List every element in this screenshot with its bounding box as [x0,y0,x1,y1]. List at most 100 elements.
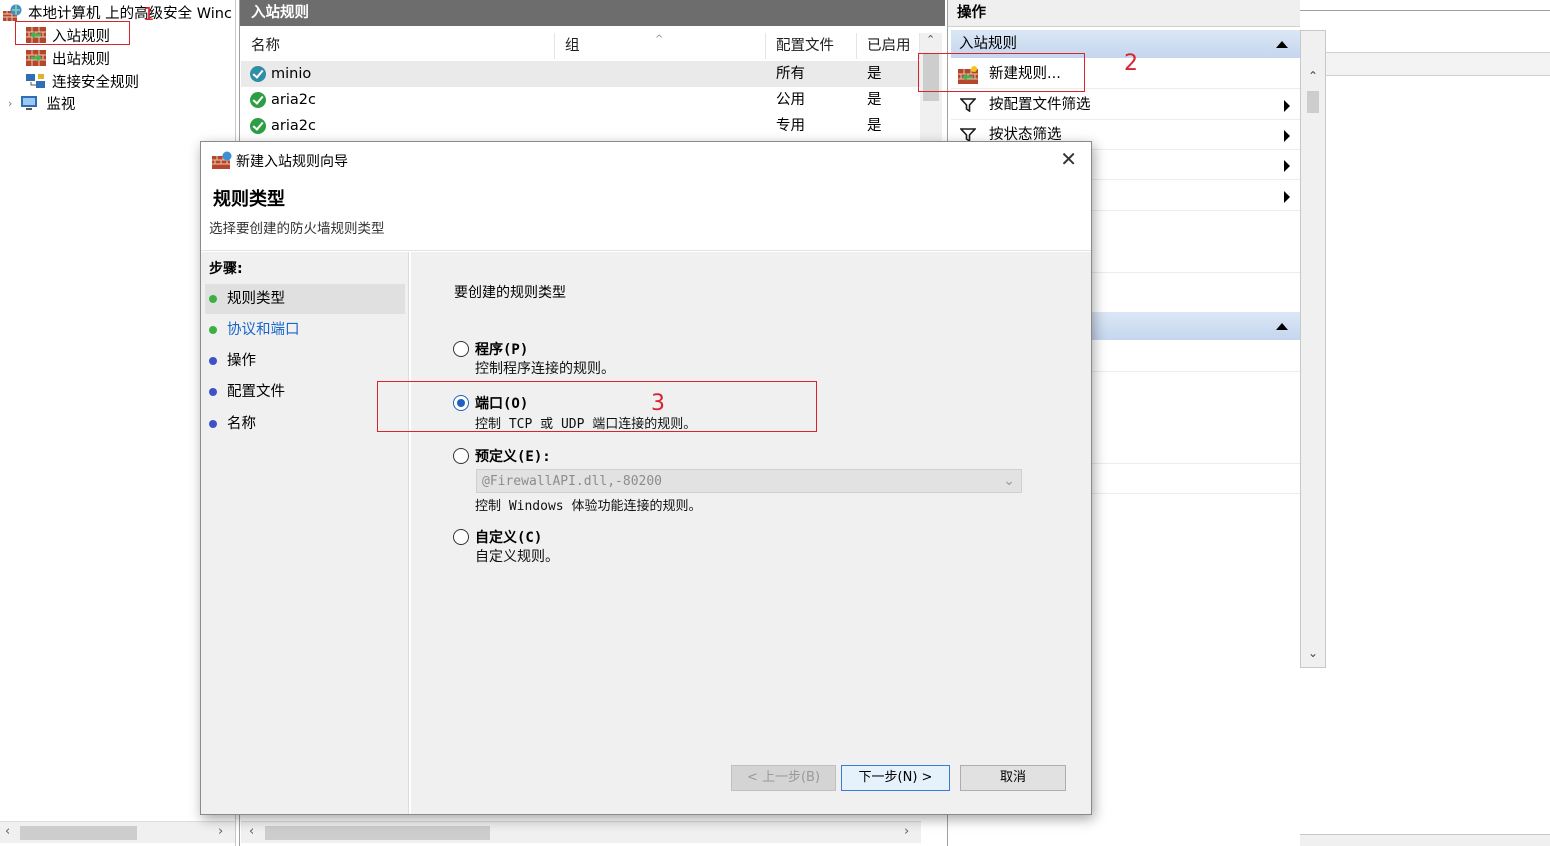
radio-custom[interactable] [453,529,469,545]
prompt-text: 要创建的规则类型 [454,285,566,301]
option-program-label[interactable]: 程序(P) [475,339,528,359]
close-icon[interactable]: ✕ [1060,148,1077,170]
firewall-globe-icon [2,4,22,21]
scrollbar-thumb[interactable] [20,826,137,840]
tree-root-label: 本地计算机 上的高级安全 Winc [28,5,232,22]
step-label: 操作 [227,353,256,369]
page-title: 规则类型 [213,189,285,210]
step-rule-type[interactable]: 规则类型 [205,284,405,314]
collapse-triangle-icon[interactable] [1276,41,1288,48]
step-label: 协议和端口 [227,322,300,338]
option-predefined-label[interactable]: 预定义(E): [475,446,551,466]
step-status-dot-icon [209,388,217,396]
tree-item-label: 出站规则 [52,51,110,68]
option-predefined-desc: 控制 Windows 体验功能连接的规则。 [475,499,702,514]
vertical-scrollbar[interactable]: ⌃ ⌄ [1300,30,1326,668]
tree-root[interactable]: 本地计算机 上的高级安全 Winc [2,1,232,23]
actions-title: 操作 [948,0,1301,27]
divider [1300,10,1550,11]
annotation-box-2 [918,53,1085,92]
column-header-group[interactable]: 组 ^ [555,33,766,59]
rule-enabled: 是 [867,92,882,108]
wizard-firewall-icon [212,151,232,173]
scroll-right-icon[interactable]: › [904,824,909,839]
column-header-enabled[interactable]: 已启用 [857,33,920,59]
back-button[interactable]: < 上一步(B) [731,765,836,791]
pane-title: 入站规则 [240,0,945,26]
tree-item-outbound-rules[interactable]: 出站规则 [26,47,110,69]
radio-program[interactable] [453,341,469,357]
step-status-dot-icon [209,295,217,303]
steps-label: 步骤: [209,261,243,277]
select-value: @FirewallAPI.dll,-80200 [482,474,663,489]
rule-name: aria2c [271,118,316,134]
action-filter-by-profile[interactable]: 按配置文件筛选 [951,90,1300,120]
rule-profile: 公用 [776,92,805,108]
table-row[interactable]: aria2c 专用 是 [241,113,920,139]
next-button[interactable]: 下一步(N) > [841,765,950,791]
step-action[interactable]: 操作 [205,346,405,376]
tree-item-connection-security[interactable]: 连接安全规则 [26,70,139,92]
step-protocol-and-ports[interactable]: 协议和端口 [205,315,405,345]
predefined-rule-select[interactable]: @FirewallAPI.dll,-80200 ⌄ [476,469,1022,493]
table-row[interactable]: aria2c 公用 是 [241,87,920,113]
expand-chevron-icon[interactable]: › [8,97,12,110]
annotation-box-3 [377,381,817,432]
option-program-desc: 控制程序连接的规则。 [475,361,615,377]
tree-horizontal-scrollbar[interactable]: ‹ › [0,821,235,843]
submenu-arrow-icon [1284,100,1290,112]
rule-enabled-icon [250,66,266,82]
rule-enabled-icon [250,92,266,108]
annotation-number-2: 2 [1124,51,1138,76]
step-label: 配置文件 [227,384,285,400]
column-header-name[interactable]: 名称 [241,33,555,59]
rule-enabled-icon [250,118,266,134]
scrollbar-thumb[interactable] [1307,91,1319,113]
rule-profile: 所有 [776,66,805,82]
action-label: 按配置文件筛选 [989,97,1091,113]
annotation-number-1: 1 [143,4,155,25]
tree-item-monitor[interactable]: › 监视 [8,92,75,114]
tree-item-label: 监视 [46,96,76,113]
monitor-icon [20,95,40,111]
rule-name: aria2c [271,92,316,108]
step-profile[interactable]: 配置文件 [205,377,405,407]
scroll-up-icon[interactable]: ⌃ [926,33,935,46]
chevron-down-icon: ⌄ [1003,473,1015,489]
filter-funnel-icon [960,128,976,142]
scroll-up-icon[interactable]: ⌃ [1308,69,1318,83]
annotation-number-3: 3 [651,391,665,416]
wizard-content: 要创建的规则类型 程序(P) 控制程序连接的规则。 端口(O) 控制 TCP 或… [411,252,1091,814]
option-custom-label[interactable]: 自定义(C) [475,527,542,547]
step-status-dot-icon [209,357,217,365]
filter-funnel-icon [960,98,976,112]
submenu-arrow-icon [1284,130,1290,142]
submenu-arrow-icon [1284,160,1290,172]
header-strip [1326,52,1550,76]
collapse-triangle-icon[interactable] [1276,323,1288,330]
radio-predefined[interactable] [453,448,469,464]
wizard-steps-panel: 步骤: 规则类型 协议和端口 操作 配置文件 名称 [201,252,409,814]
rule-profile: 专用 [776,118,805,134]
scrollbar-thumb[interactable] [265,826,490,840]
step-name[interactable]: 名称 [205,409,405,439]
tree-item-label: 连接安全规则 [52,74,139,91]
step-label: 名称 [227,416,256,432]
column-header-label: 组 [565,38,580,54]
submenu-arrow-icon [1284,191,1290,203]
rule-name: minio [271,66,312,82]
rule-enabled: 是 [867,66,882,82]
step-label: 规则类型 [227,291,285,307]
dialog-titlebar[interactable]: 新建入站规则向导 ✕ [201,142,1091,178]
cancel-button[interactable]: 取消 [960,765,1066,791]
list-horizontal-scrollbar[interactable]: ‹ › [241,821,921,843]
column-header-profile[interactable]: 配置文件 [766,33,857,59]
scroll-left-icon[interactable]: ‹ [249,824,254,839]
scroll-left-icon[interactable]: ‹ [5,824,10,839]
scroll-right-icon[interactable]: › [218,824,223,839]
scroll-down-icon[interactable]: ⌄ [1308,646,1318,660]
outbound-wall-icon [26,50,46,66]
step-status-dot-icon [209,420,217,428]
option-custom-desc: 自定义规则。 [475,549,559,565]
table-row[interactable]: minio 所有 是 [241,61,920,87]
